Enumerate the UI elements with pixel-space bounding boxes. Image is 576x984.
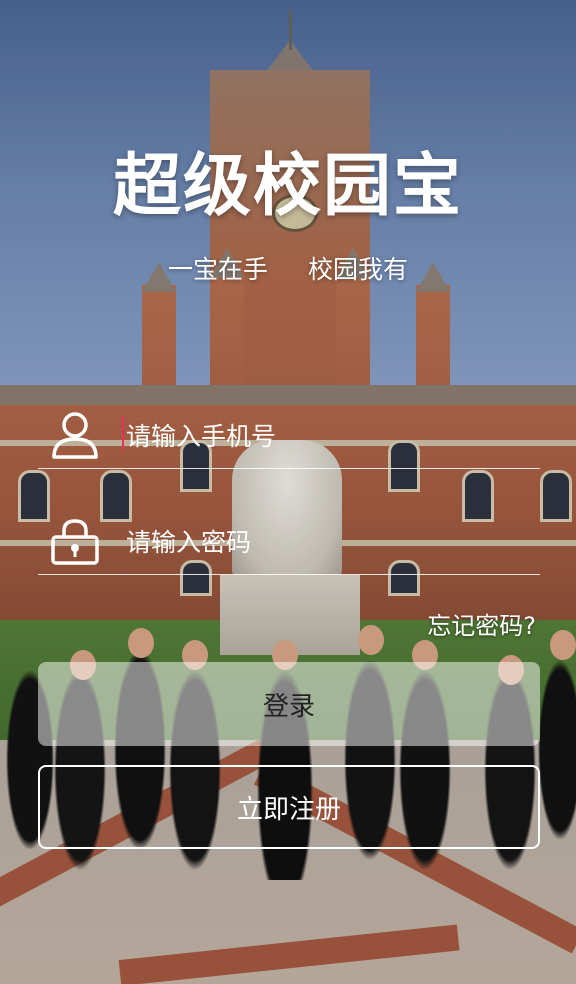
app-slogan: 一宝在手 校园我有	[0, 250, 576, 286]
login-button[interactable]: 登录	[38, 662, 540, 746]
slogan-right: 校园我有	[307, 255, 408, 284]
login-screen: 超级校园宝 一宝在手 校园我有 请输入手机号 忘记密码? 登录 立即注册	[0, 0, 576, 984]
register-button-label: 立即注册	[236, 794, 341, 825]
password-input[interactable]	[124, 518, 528, 566]
password-field	[38, 508, 540, 575]
register-button[interactable]: 立即注册	[38, 765, 540, 849]
slogan-left: 一宝在手	[168, 255, 269, 284]
phone-input[interactable]	[124, 412, 528, 460]
app-title: 超级校园宝	[112, 147, 463, 226]
phone-field	[38, 402, 540, 469]
user-icon	[50, 410, 100, 460]
login-ui: 超级校园宝 一宝在手 校园我有 请输入手机号 忘记密码? 登录 立即注册	[0, 0, 576, 984]
forgot-password-link[interactable]: 忘记密码?	[427, 606, 536, 641]
lock-icon	[50, 516, 100, 566]
login-button-label: 登录	[262, 691, 315, 722]
